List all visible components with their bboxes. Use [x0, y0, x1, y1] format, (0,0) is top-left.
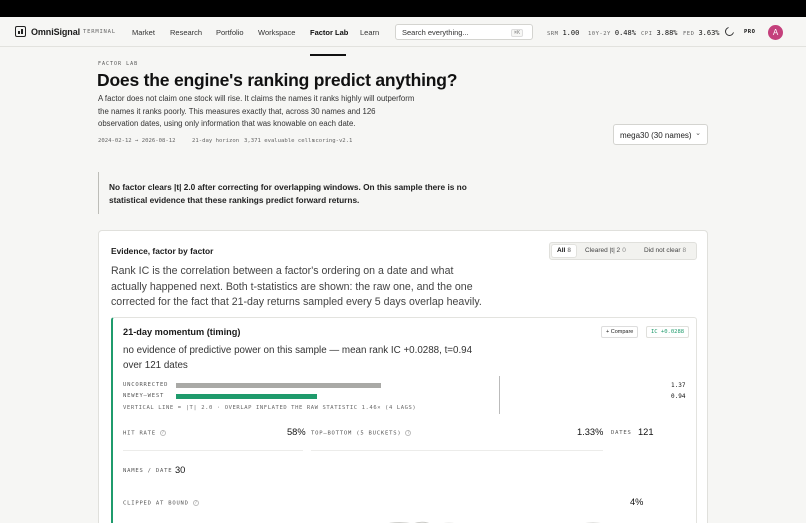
names-per-date-label: NAMES / DATE: [123, 468, 173, 474]
filter-all[interactable]: All 8: [552, 245, 576, 257]
factor-name: 21-day momentum (timing): [123, 327, 241, 337]
names-per-date-value: 30: [175, 465, 186, 475]
chevron-down-icon: ⌄: [695, 130, 701, 137]
evidence-filter: All 8 Cleared |t| 20 Did not clear 8: [549, 242, 697, 260]
ticker-value: 3.63%: [698, 29, 720, 37]
page-title: Does the engine's ranking predict anythi…: [97, 70, 458, 90]
factor-verdict: no evidence of predictive power on this …: [123, 345, 473, 371]
ticker-value: 1.00: [562, 29, 580, 37]
ticker-10y-2y: 10Y-2Y 0.48%: [588, 29, 636, 37]
nav-link-learn[interactable]: Learn: [360, 28, 379, 37]
help-icon[interactable]: ?: [405, 430, 412, 436]
universe-select-value: mega30 (30 names): [620, 130, 692, 140]
hit-rate-value: 58%: [287, 427, 306, 437]
ticker-value: 0.48%: [614, 29, 636, 37]
tstat-label-uncorrected: UNCORRECTED: [123, 382, 169, 388]
filter-label: All: [557, 247, 566, 254]
spread-label: TOP–BOTTOM (5 BUCKETS)?: [311, 430, 412, 437]
hit-rate-label: HIT RATE?: [123, 430, 166, 437]
terminal-tag: TERMINAL: [83, 29, 116, 35]
top-nav: OmniSignal TERMINAL Market Research Port…: [0, 17, 806, 56]
ticker-label: CPI: [641, 31, 653, 37]
nav-link-research[interactable]: Research: [170, 28, 202, 37]
search-shortcut-hint: ⌘K: [510, 28, 523, 37]
overall-verdict: No factor clears |t| 2.0 after correctin…: [98, 172, 469, 214]
user-avatar[interactable]: A: [768, 25, 783, 40]
page-lede: A factor does not claim one stock will r…: [98, 94, 415, 128]
ticker-cpi: CPI 3.88%: [641, 29, 678, 37]
search-input[interactable]: [402, 28, 502, 37]
ticker-label: FED: [683, 31, 695, 37]
plan-badge: PRO: [744, 29, 756, 35]
ticker-label: SRM: [547, 31, 559, 37]
dates-value: 121: [638, 427, 654, 437]
help-icon[interactable]: ?: [192, 500, 199, 506]
factor-card: 21-day momentum (timing) + Compare IC +0…: [111, 317, 697, 523]
clipped-value: 4%: [630, 497, 644, 507]
filter-count: 0: [622, 247, 626, 254]
overall-verdict-text: No factor clears |t| 2.0 after correctin…: [109, 182, 467, 205]
theme-toggle-moon-icon[interactable]: [725, 26, 735, 36]
filter-count: 8: [682, 247, 687, 254]
clipped-label: CLIPPED AT BOUND?: [123, 500, 199, 507]
tstat-bar-uncorrected: [176, 383, 382, 388]
tstat-bar-track: [176, 394, 498, 399]
universe-select[interactable]: mega30 (30 names) ⌄: [613, 124, 708, 145]
evidence-title: Evidence, factor by factor: [111, 246, 214, 256]
logo-icon: [15, 26, 26, 37]
filter-label: Did not clear: [644, 247, 681, 254]
brand-name: OmniSignal: [31, 26, 81, 37]
rolling-ic-sparkline: [389, 521, 601, 523]
ic-badge: IC +0.0288: [646, 326, 690, 338]
nav-link-portfolio[interactable]: Portfolio: [216, 28, 244, 37]
tstat-label-newey-west: NEWEY–WEST: [123, 393, 165, 399]
dates-label: DATES: [611, 430, 632, 436]
threshold-note: VERTICAL LINE = |T| 2.0 · OVERLAP INFLAT…: [123, 405, 417, 411]
filter-cleared[interactable]: Cleared |t| 20: [580, 245, 631, 257]
threshold-line: [499, 376, 500, 414]
meta-cells: 3,371 evaluable cells: [244, 138, 315, 144]
spread-value: 1.33%: [577, 427, 604, 437]
clipped-label-text: CLIPPED AT BOUND: [123, 500, 189, 507]
ticker-value: 3.88%: [656, 29, 678, 37]
meta-date-range: 2024-02-12 → 2026-08-12: [98, 138, 176, 144]
meta-horizon: 21-day horizon: [192, 138, 240, 144]
tstat-value-newey-west: 0.94: [671, 393, 686, 400]
filter-count: 8: [567, 247, 571, 254]
compare-button[interactable]: + Compare: [601, 326, 639, 338]
tstat-value-uncorrected: 1.37: [671, 382, 686, 389]
divider: [311, 450, 603, 451]
active-nav-underline: [310, 54, 346, 56]
page-eyebrow: FACTOR LAB: [98, 61, 139, 67]
ticker-srm: SRM 1.00: [547, 29, 579, 37]
filter-did-not-clear[interactable]: Did not clear 8: [639, 245, 691, 257]
help-icon[interactable]: ?: [159, 430, 166, 436]
evidence-description: Rank IC is the correlation between a fac…: [111, 265, 482, 308]
search-box[interactable]: ⌘K: [395, 24, 533, 40]
divider: [123, 450, 303, 451]
system-top-bar: [0, 0, 806, 17]
hit-rate-label-text: HIT RATE: [123, 430, 156, 437]
nav-link-market[interactable]: Market: [132, 28, 155, 37]
tstat-bar-track: [176, 383, 498, 388]
evidence-card: Evidence, factor by factor All 8 Cleared …: [98, 230, 708, 523]
nav-link-workspace[interactable]: Workspace: [258, 28, 295, 37]
ticker-label: 10Y-2Y: [588, 31, 611, 37]
meta-version: scoring-v2.1: [312, 138, 353, 144]
spread-label-text: TOP–BOTTOM (5 BUCKETS): [311, 430, 402, 437]
nav-link-factor-lab[interactable]: Factor Lab: [310, 28, 348, 37]
ticker-fed: FED 3.63%: [683, 29, 720, 37]
brand-logo[interactable]: OmniSignal: [15, 26, 80, 37]
filter-label: Cleared |t| 2: [585, 247, 621, 254]
tstat-bar-newey-west: [176, 394, 317, 399]
